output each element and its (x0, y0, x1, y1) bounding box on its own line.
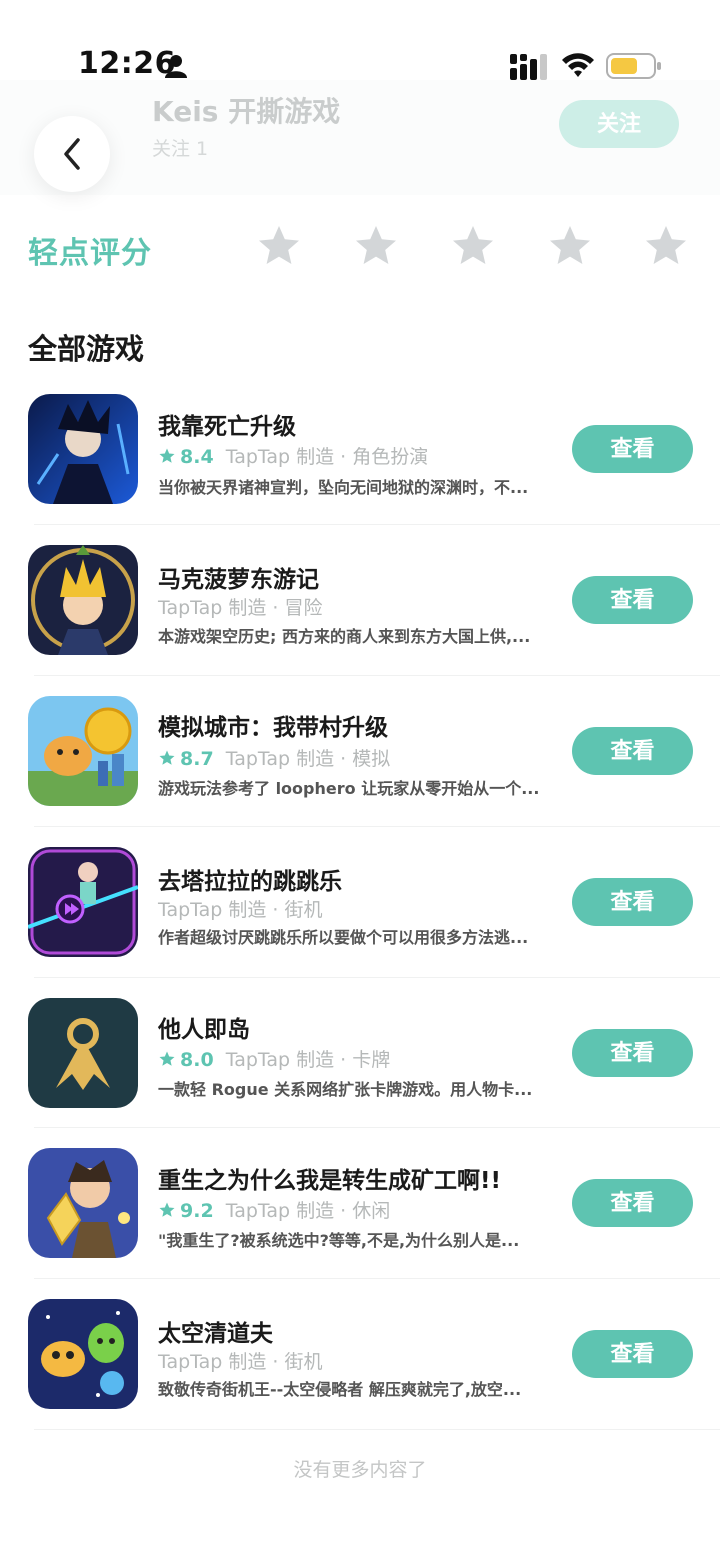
game-meta: TapTap 制造 · 街机 (158, 895, 323, 922)
divider (34, 1429, 720, 1430)
star-icon[interactable] (642, 222, 690, 270)
divider (34, 524, 720, 525)
view-game-button[interactable]: 查看 (572, 1179, 693, 1227)
game-icon-tai-kong-qing-dao-fu[interactable] (28, 1299, 138, 1409)
star-icon[interactable] (352, 222, 400, 270)
game-list-item[interactable]: 我靠死亡升级 8.4 TapTap 制造 · 角色扮演 当你被天界诸神宣判，坠向… (0, 394, 720, 545)
score-star-icon (159, 1202, 175, 1217)
game-icon-ma-ke-bo-luo[interactable] (28, 545, 138, 655)
game-list-item[interactable]: 去塔拉拉的跳跳乐 TapTap 制造 · 街机 作者超级讨厌跳跳乐所以要做个可以… (0, 847, 720, 998)
game-description: 致敬传奇街机王--太空侵略者 解压爽就完了,放空... (158, 1380, 522, 1399)
game-title: 重生之为什么我是转生成矿工啊!! (158, 1168, 501, 1194)
status-time: 12:26 (78, 46, 176, 81)
view-game-button[interactable]: 查看 (572, 1029, 693, 1077)
game-description: 当你被天界诸神宣判，坠向无间地狱的深渊时，不... (158, 478, 529, 497)
game-score: 8.4 (180, 446, 214, 468)
game-title: 马克菠萝东游记 (158, 567, 319, 593)
view-game-button[interactable]: 查看 (572, 727, 693, 775)
game-score: 8.0 (180, 1049, 214, 1071)
follow-button[interactable]: 关注 (559, 100, 679, 148)
star-icon[interactable] (255, 222, 303, 270)
game-title: 模拟城市：我带村升级 (158, 715, 388, 741)
game-description: 本游戏架空历史; 西方来的商人来到东方大国上供,... (158, 627, 531, 646)
author-name: Keis 开撕游戏 (152, 95, 341, 128)
game-meta: TapTap 制造 · 街机 (158, 1347, 323, 1374)
game-title: 我靠死亡升级 (158, 414, 296, 440)
star-icon[interactable] (546, 222, 594, 270)
divider (34, 826, 720, 827)
game-maker-genre: TapTap 制造 · 卡牌 (225, 1049, 391, 1071)
game-maker-genre: TapTap 制造 · 冒险 (158, 597, 323, 619)
game-meta: 8.0 TapTap 制造 · 卡牌 (158, 1045, 390, 1072)
follow-count: 关注 1 (152, 138, 209, 160)
view-game-button[interactable]: 查看 (572, 1330, 693, 1378)
view-game-button[interactable]: 查看 (572, 576, 693, 624)
game-score: 9.2 (180, 1200, 214, 1222)
view-game-button[interactable]: 查看 (572, 878, 693, 926)
game-list-item[interactable]: 太空清道夫 TapTap 制造 · 街机 致敬传奇街机王--太空侵略者 解压爽就… (0, 1299, 720, 1450)
battery-icon (606, 53, 661, 79)
divider (34, 977, 720, 978)
game-score: 8.7 (180, 748, 214, 770)
view-game-button[interactable]: 查看 (572, 425, 693, 473)
game-meta: 8.4 TapTap 制造 · 角色扮演 (158, 442, 428, 469)
game-title: 他人即岛 (158, 1017, 250, 1043)
person-icon (165, 55, 187, 78)
divider (34, 1278, 720, 1279)
game-icon-mo-ni-cheng-shi[interactable] (28, 696, 138, 806)
score-star-icon (159, 1051, 175, 1066)
game-list-item[interactable]: 模拟城市：我带村升级 8.7 TapTap 制造 · 模拟 游戏玩法参考了 lo… (0, 696, 720, 847)
game-description: 一款轻 Rogue 关系网络扩张卡牌游戏。用人物卡... (158, 1080, 533, 1099)
chevron-left-icon (64, 138, 80, 170)
game-maker-genre: TapTap 制造 · 街机 (158, 899, 323, 921)
wifi-icon (562, 53, 594, 77)
divider (34, 675, 720, 676)
back-button[interactable] (34, 116, 110, 192)
game-description: "我重生了?被系统选中?等等,不是,为什么别人是... (158, 1231, 520, 1250)
game-maker-genre: TapTap 制造 · 角色扮演 (225, 446, 429, 468)
rating-stars (255, 222, 695, 272)
star-icon[interactable] (449, 222, 497, 270)
game-meta: 9.2 TapTap 制造 · 休闲 (158, 1196, 390, 1223)
end-of-list-text: 没有更多内容了 (293, 1459, 427, 1481)
score-star-icon (159, 448, 175, 463)
game-meta: 8.7 TapTap 制造 · 模拟 (158, 744, 390, 771)
game-icon-ta-ren-ji-dao[interactable] (28, 998, 138, 1108)
game-description: 游戏玩法参考了 loophero 让玩家从零开始从一个... (158, 779, 540, 798)
cellular-signal-icon (510, 54, 547, 80)
game-maker-genre: TapTap 制造 · 街机 (158, 1351, 323, 1373)
divider (34, 1127, 720, 1128)
game-description: 作者超级讨厌跳跳乐所以要做个可以用很多方法逃... (158, 928, 529, 947)
game-icon-zhong-sheng-kuang-gong[interactable] (28, 1148, 138, 1258)
game-icon-tiao-tiao-le[interactable] (28, 847, 138, 957)
tap-to-rate-label: 轻点评分 (28, 236, 152, 271)
game-list-item[interactable]: 马克菠萝东游记 TapTap 制造 · 冒险 本游戏架空历史; 西方来的商人来到… (0, 545, 720, 696)
game-title: 去塔拉拉的跳跳乐 (158, 869, 342, 895)
game-title: 太空清道夫 (158, 1321, 273, 1347)
game-maker-genre: TapTap 制造 · 模拟 (225, 748, 391, 770)
game-maker-genre: TapTap 制造 · 休闲 (225, 1200, 391, 1222)
game-list-item[interactable]: 重生之为什么我是转生成矿工啊!! 9.2 TapTap 制造 · 休闲 "我重生… (0, 1148, 720, 1299)
all-games-title: 全部游戏 (28, 332, 145, 366)
game-meta: TapTap 制造 · 冒险 (158, 593, 323, 620)
game-icon-wo-kao-si-wang[interactable] (28, 394, 138, 504)
score-star-icon (159, 750, 175, 765)
